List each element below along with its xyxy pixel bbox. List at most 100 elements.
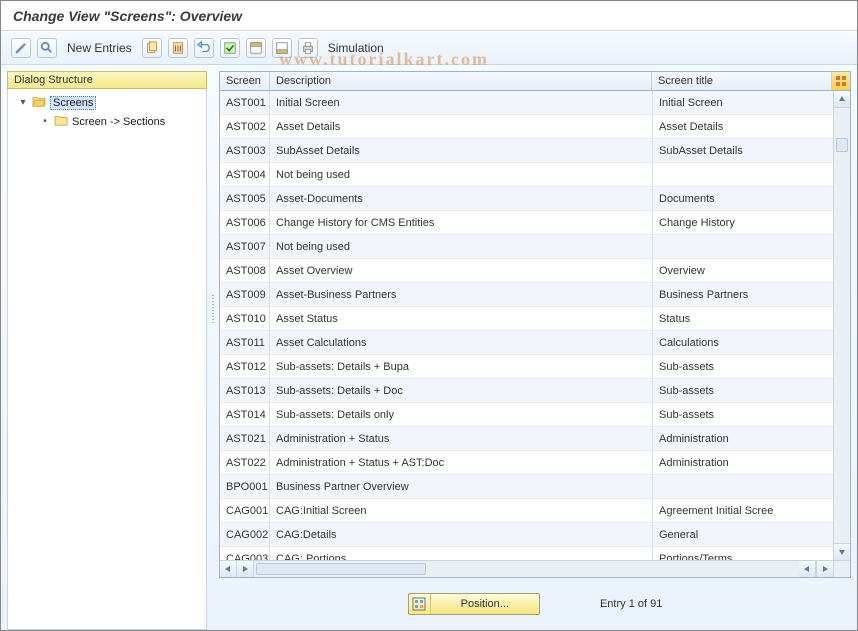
cell-screen[interactable]: AST022 [220,451,270,475]
cell-title[interactable]: Overview [653,259,833,283]
table-row[interactable]: AST012Sub-assets: Details + BupaSub-asse… [220,355,833,379]
cell-screen[interactable]: AST009 [220,283,270,307]
cell-screen[interactable]: CAG001 [220,499,270,523]
scroll-left-button-2[interactable] [799,561,816,577]
scroll-right-button-2[interactable] [816,561,833,577]
column-header-title[interactable]: Screen title [652,72,832,90]
table-row[interactable]: AST010Asset StatusStatus [220,307,833,331]
table-row[interactable]: AST003SubAsset DetailsSubAsset Details [220,139,833,163]
other-view-button[interactable] [37,38,57,58]
select-all-button[interactable] [220,38,240,58]
cell-description[interactable]: Administration + Status + AST:Doc [270,451,653,475]
tree-collapse-icon[interactable]: ▾ [18,98,28,108]
cell-title[interactable]: Sub-assets [653,355,833,379]
cell-title[interactable]: Initial Screen [653,91,833,115]
cell-title[interactable]: Administration [653,451,833,475]
cell-title[interactable]: Administration [653,427,833,451]
scroll-up-button[interactable] [834,91,850,108]
cell-description[interactable]: Asset Status [270,307,653,331]
table-row[interactable]: BPO001Business Partner Overview [220,475,833,499]
table-row[interactable]: AST004Not being used [220,163,833,187]
cell-screen[interactable]: AST006 [220,211,270,235]
cell-description[interactable]: CAG: Portions [270,547,653,560]
cell-description[interactable]: Asset-Documents [270,187,653,211]
cell-title[interactable]: Portions/Terms [653,547,833,560]
table-row[interactable]: AST011Asset CalculationsCalculations [220,331,833,355]
table-row[interactable]: CAG003CAG: PortionsPortions/Terms [220,547,833,560]
toggle-display-change-button[interactable] [11,38,31,58]
cell-description[interactable]: Business Partner Overview [270,475,653,499]
table-row[interactable]: AST021Administration + StatusAdministrat… [220,427,833,451]
cell-title[interactable]: SubAsset Details [653,139,833,163]
scroll-thumb[interactable] [836,138,848,152]
table-row[interactable]: AST006Change History for CMS EntitiesCha… [220,211,833,235]
deselect-all-button[interactable] [272,38,292,58]
cell-description[interactable]: Sub-assets: Details + Bupa [270,355,653,379]
cell-description[interactable]: Asset-Business Partners [270,283,653,307]
cell-screen[interactable]: AST014 [220,403,270,427]
cell-screen[interactable]: AST001 [220,91,270,115]
scroll-down-button[interactable] [834,543,850,560]
cell-screen[interactable]: AST008 [220,259,270,283]
table-row[interactable]: AST022Administration + Status + AST:DocA… [220,451,833,475]
cell-description[interactable]: Asset Overview [270,259,653,283]
cell-description[interactable]: CAG:Initial Screen [270,499,653,523]
cell-title[interactable]: Sub-assets [653,403,833,427]
vertical-splitter[interactable] [211,71,215,630]
cell-title[interactable] [653,475,833,499]
cell-description[interactable]: Not being used [270,235,653,259]
vertical-scrollbar[interactable] [833,91,850,560]
cell-screen[interactable]: AST013 [220,379,270,403]
table-row[interactable]: CAG001CAG:Initial ScreenAgreement Initia… [220,499,833,523]
cell-description[interactable]: Asset Details [270,115,653,139]
table-row[interactable]: AST007Not being used [220,235,833,259]
table-row[interactable]: AST014Sub-assets: Details onlySub-assets [220,403,833,427]
table-row[interactable]: AST002Asset DetailsAsset Details [220,115,833,139]
cell-description[interactable]: Asset Calculations [270,331,653,355]
cell-title[interactable]: Sub-assets [653,379,833,403]
cell-title[interactable]: Change History [653,211,833,235]
cell-description[interactable]: Initial Screen [270,91,653,115]
cell-description[interactable]: CAG:Details [270,523,653,547]
undo-button[interactable] [194,38,214,58]
scroll-thumb-h[interactable] [256,563,426,575]
table-row[interactable]: AST008Asset OverviewOverview [220,259,833,283]
cell-title[interactable]: Agreement Initial Scree [653,499,833,523]
horizontal-scrollbar[interactable] [220,560,850,577]
cell-screen[interactable]: AST002 [220,115,270,139]
cell-title[interactable]: Status [653,307,833,331]
cell-screen[interactable]: AST021 [220,427,270,451]
select-block-button[interactable] [246,38,266,58]
cell-screen[interactable]: AST004 [220,163,270,187]
table-settings-button[interactable] [832,72,850,90]
cell-screen[interactable]: AST011 [220,331,270,355]
cell-description[interactable]: Administration + Status [270,427,653,451]
column-header-description[interactable]: Description [270,72,652,90]
cell-title[interactable]: Asset Details [653,115,833,139]
cell-description[interactable]: Not being used [270,163,653,187]
copy-as-button[interactable] [142,38,162,58]
table-row[interactable]: AST013Sub-assets: Details + DocSub-asset… [220,379,833,403]
table-row[interactable]: AST005Asset-DocumentsDocuments [220,187,833,211]
cell-screen[interactable]: AST012 [220,355,270,379]
cell-title[interactable]: Documents [653,187,833,211]
scroll-right-button[interactable] [237,561,254,577]
table-row[interactable]: AST001Initial ScreenInitial Screen [220,91,833,115]
scroll-track[interactable] [834,108,850,543]
column-header-screen[interactable]: Screen [220,72,270,90]
cell-screen[interactable]: AST003 [220,139,270,163]
cell-title[interactable] [653,235,833,259]
cell-screen[interactable]: AST007 [220,235,270,259]
cell-description[interactable]: Sub-assets: Details + Doc [270,379,653,403]
cell-screen[interactable]: CAG002 [220,523,270,547]
tree-node-screens[interactable]: ▾ Screens [12,93,202,112]
print-button[interactable] [298,38,318,58]
position-button[interactable]: Position... [408,593,540,615]
cell-title[interactable]: General [653,523,833,547]
cell-description[interactable]: SubAsset Details [270,139,653,163]
table-row[interactable]: AST009Asset-Business PartnersBusiness Pa… [220,283,833,307]
table-row[interactable]: CAG002CAG:DetailsGeneral [220,523,833,547]
cell-description[interactable]: Change History for CMS Entities [270,211,653,235]
cell-screen[interactable]: AST005 [220,187,270,211]
cell-title[interactable]: Calculations [653,331,833,355]
